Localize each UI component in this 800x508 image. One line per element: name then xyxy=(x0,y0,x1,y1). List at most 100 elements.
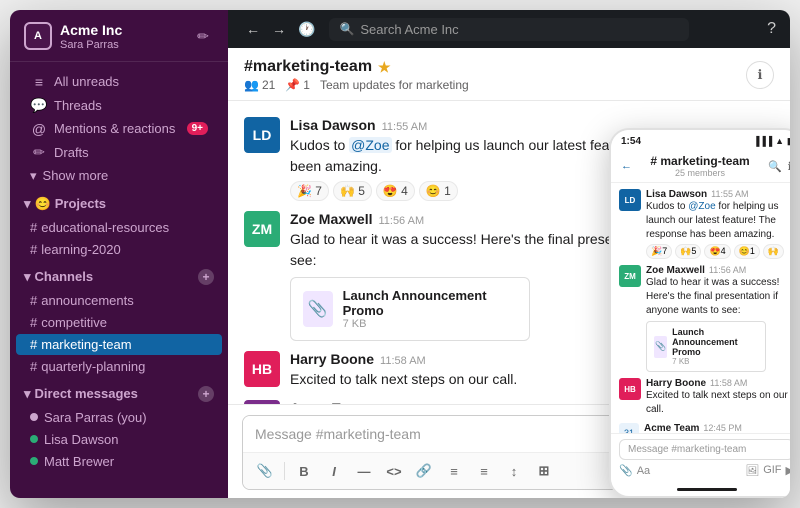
phone-send-icon[interactable]: ▶ xyxy=(786,464,790,477)
channel-title-block: #marketing-team ★ 👥 21 📌 1 Team updates … xyxy=(244,58,469,92)
workspace-info[interactable]: A Acme Inc Sara Parras xyxy=(24,22,122,51)
nav-label: Drafts xyxy=(54,145,208,160)
channel-item-quarterly[interactable]: # quarterly-planning xyxy=(16,356,222,377)
phone-input-area: Message #marketing-team 📎 Aa 🖼 GIF ▶ xyxy=(611,433,790,482)
workspace-user: Sara Parras xyxy=(60,39,122,51)
members-count[interactable]: 👥 21 xyxy=(244,78,275,92)
channel-item-educational[interactable]: # educational-resources xyxy=(16,217,222,238)
phone-formatting-btn[interactable]: Aa xyxy=(637,465,650,477)
phone-sender-harry: Harry Boone xyxy=(646,378,706,389)
projects-chevron-icon: ▾ xyxy=(24,196,31,212)
phone-attach-icon[interactable]: 📎 xyxy=(619,464,633,477)
block-button[interactable]: ⊞ xyxy=(530,457,558,485)
phone-reaction-d[interactable]: 😊1 xyxy=(734,244,760,259)
help-button[interactable]: ? xyxy=(767,20,776,38)
phone-image-icon[interactable]: 🖼 xyxy=(745,464,759,477)
channel-title: #marketing-team ★ xyxy=(244,58,469,76)
mentions-badge: 9+ xyxy=(187,122,208,135)
back-button[interactable]: ← xyxy=(242,19,264,40)
phone-search-icon[interactable]: 🔍 xyxy=(768,160,782,173)
channel-meta: 👥 21 📌 1 Team updates for marketing xyxy=(244,78,469,92)
sidebar-item-threads[interactable]: 💬 Threads xyxy=(16,94,222,117)
phone-time-1: 11:55 AM xyxy=(711,189,748,199)
dm-item-lisa[interactable]: Lisa Dawson xyxy=(16,429,222,450)
file-attachment[interactable]: 📎 Launch Announcement Promo 7 KB xyxy=(290,277,530,341)
dm-item-sara[interactable]: Sara Parras (you) xyxy=(16,407,222,428)
hash-icon: # xyxy=(30,293,37,308)
hash-icon: # xyxy=(30,359,37,374)
phone-sender-lisa: Lisa Dawson xyxy=(646,189,707,200)
history-button[interactable]: 🕐 xyxy=(294,19,319,40)
channels-label: Channels xyxy=(35,269,94,284)
reaction-1a[interactable]: 🎉 7 xyxy=(290,181,329,201)
nav-label: Mentions & reactions xyxy=(54,121,181,136)
phone-info-icon[interactable]: ℹ xyxy=(788,160,790,173)
channel-item-marketing-team[interactable]: # marketing-team xyxy=(16,334,222,355)
phone-gif-icon[interactable]: GIF xyxy=(763,464,781,477)
strikethrough-button[interactable]: — xyxy=(350,457,378,485)
reaction-1c[interactable]: 😍 4 xyxy=(376,181,415,201)
phone-msg-header-2: Zoe Maxwell 11:56 AM xyxy=(646,265,790,276)
phone-reaction-c[interactable]: 😍4 xyxy=(704,244,730,259)
channel-info-button[interactable]: ℹ xyxy=(746,61,774,89)
numbered-list-button[interactable]: ≡ xyxy=(470,457,498,485)
sidebar-nav: ≡ All unreads 💬 Threads @ Mentions & rea… xyxy=(10,62,228,498)
app-container: A Acme Inc Sara Parras ✏ ≡ All unreads 💬… xyxy=(10,10,790,498)
indent-button[interactable]: ↕ xyxy=(500,457,528,485)
phone-header-icons: 🔍 ℹ xyxy=(768,160,790,173)
phone-file-attach[interactable]: 📎 Launch Announcement Promo 7 KB xyxy=(646,321,766,372)
sidebar-item-all-unreads[interactable]: ≡ All unreads xyxy=(16,71,222,93)
dm-item-matt[interactable]: Matt Brewer xyxy=(16,451,222,472)
compose-button[interactable]: ✏ xyxy=(192,25,214,47)
phone-input-toolbar: 📎 Aa 🖼 GIF ▶ xyxy=(619,464,790,477)
phone-status-icons: ▐▐▐ ▲ ▮ xyxy=(753,136,790,147)
code-button[interactable]: <> xyxy=(380,457,408,485)
threads-icon: 💬 xyxy=(30,97,48,114)
phone-reaction-b[interactable]: 🙌5 xyxy=(675,244,701,259)
phone-reaction-a[interactable]: 🎉7 xyxy=(646,244,672,259)
pinned-count[interactable]: 📌 1 xyxy=(285,78,310,92)
channels-section-header[interactable]: ▾ Channels + xyxy=(10,261,228,289)
dm-name: Sara Parras (you) xyxy=(44,410,147,425)
bold-button[interactable]: B xyxy=(290,457,318,485)
sidebar-item-mentions[interactable]: @ Mentions & reactions 9+ xyxy=(16,118,222,140)
attach-button[interactable]: 📎 xyxy=(251,457,279,485)
channel-item-learning[interactable]: # learning-2020 xyxy=(16,239,222,260)
phone-mockup: 1:54 ▐▐▐ ▲ ▮ ← # marketing-team 25 membe… xyxy=(609,128,790,498)
phone-back-button[interactable]: ← xyxy=(621,160,632,172)
search-bar[interactable]: 🔍 Search Acme Inc xyxy=(329,18,689,41)
italic-button[interactable]: I xyxy=(320,457,348,485)
dm-section-header[interactable]: ▾ Direct messages + xyxy=(10,378,228,406)
chevron-down-icon: ▾ xyxy=(30,168,37,184)
channel-item-competitive[interactable]: # competitive xyxy=(16,312,222,333)
link-button[interactable]: 🔗 xyxy=(410,457,438,485)
bullet-list-button[interactable]: ≡ xyxy=(440,457,468,485)
reaction-1d[interactable]: 😊 1 xyxy=(419,181,458,201)
phone-file-info: Launch Announcement Promo 7 KB xyxy=(672,327,758,366)
phone-avatar-zoe: ZM xyxy=(619,265,641,287)
forward-button[interactable]: → xyxy=(268,19,290,40)
sidebar-item-drafts[interactable]: ✏ Drafts xyxy=(16,141,222,164)
show-more-button[interactable]: ▾ Show more xyxy=(16,165,222,187)
star-icon[interactable]: ★ xyxy=(378,59,391,76)
mention-zoe: @Zoe xyxy=(349,137,391,153)
channels-section-left: ▾ Channels xyxy=(24,269,93,285)
channel-header: #marketing-team ★ 👥 21 📌 1 Team updates … xyxy=(228,48,790,101)
dm-name: Lisa Dawson xyxy=(44,432,118,447)
phone-reaction-e[interactable]: 🙌 xyxy=(763,244,784,259)
menu-icon: ≡ xyxy=(30,74,48,90)
channel-item-announcements[interactable]: # announcements xyxy=(16,290,222,311)
phone-msg-header-3: Harry Boone 11:58 AM xyxy=(646,378,790,389)
sidebar: A Acme Inc Sara Parras ✏ ≡ All unreads 💬… xyxy=(10,10,228,498)
phone-input-field[interactable]: Message #marketing-team xyxy=(619,439,790,460)
reaction-1b[interactable]: 🙌 5 xyxy=(333,181,372,201)
msg-time-3: 11:58 AM xyxy=(380,355,426,367)
dm-name: Matt Brewer xyxy=(44,454,114,469)
members-number: 21 xyxy=(262,78,275,92)
add-channel-button[interactable]: + xyxy=(198,269,214,285)
phone-status-bar: 1:54 ▐▐▐ ▲ ▮ xyxy=(611,130,790,150)
projects-section-left: ▾ 😊 Projects xyxy=(24,196,106,212)
add-dm-button[interactable]: + xyxy=(198,386,214,402)
projects-section-header[interactable]: ▾ 😊 Projects xyxy=(10,188,228,216)
topbar: ← → 🕐 🔍 Search Acme Inc ? xyxy=(228,10,790,48)
